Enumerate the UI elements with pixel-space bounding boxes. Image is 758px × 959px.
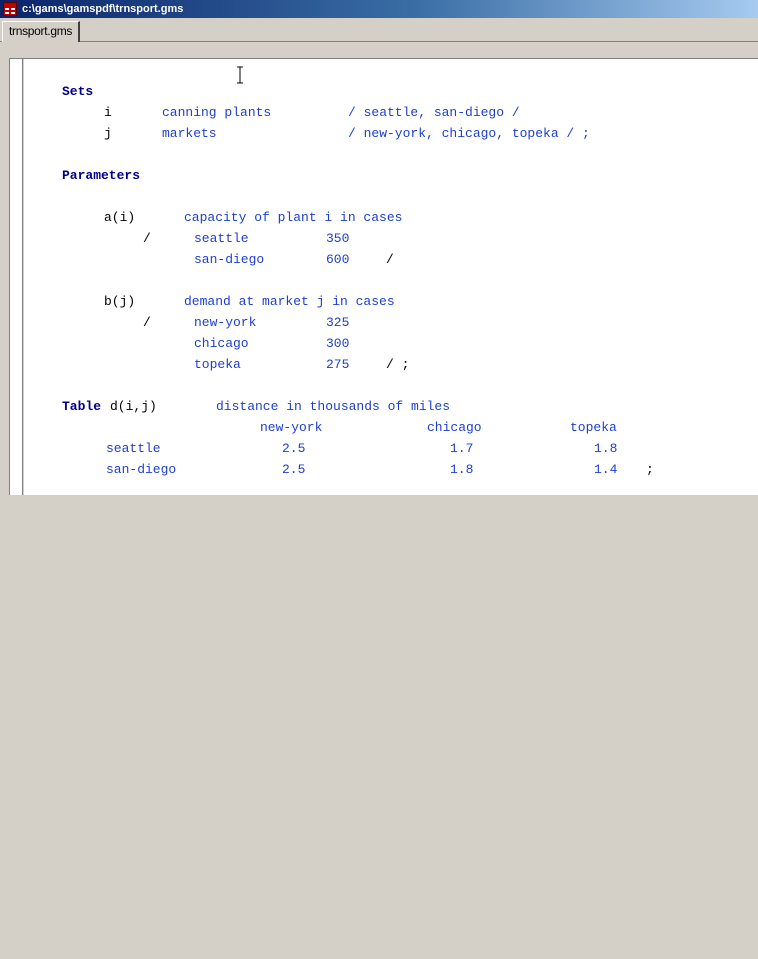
table-cell-san-diego-new-york: 2.5 — [282, 462, 306, 477]
table-row-san-diego-label: san-diego — [106, 462, 177, 477]
set-j-desc: markets — [162, 126, 217, 141]
table-cell-san-diego-chicago: 1.8 — [450, 462, 474, 477]
param-b-open: / — [143, 315, 151, 330]
set-i-name: i — [104, 105, 112, 120]
sets-keyword: Sets — [62, 84, 94, 99]
param-a-name: a(i) — [104, 210, 136, 225]
set-j-name: j — [104, 126, 112, 141]
table-col-new-york: new-york — [260, 420, 323, 435]
set-i-elements: / seattle, san-diego / — [348, 105, 520, 120]
table-col-chicago: chicago — [427, 420, 482, 435]
param-b-label-topeka: topeka — [194, 357, 241, 372]
grid-icon — [5, 8, 15, 14]
param-a-value-san-diego: 600 — [326, 252, 350, 267]
table-cell-seattle-chicago: 1.7 — [450, 441, 474, 456]
tab-trnsport-gms[interactable]: trnsport.gms — [2, 21, 81, 42]
table-row-seattle-label: seattle — [106, 441, 161, 456]
table-name: d(i,j) — [110, 399, 157, 414]
table-col-topeka: topeka — [570, 420, 617, 435]
editor-top-border — [9, 58, 758, 59]
set-i-desc: canning plants — [162, 105, 272, 120]
tab-strip: trnsport.gms — [0, 18, 758, 42]
param-b-name: b(j) — [104, 294, 136, 309]
editor-gutter — [9, 58, 23, 495]
param-b-close: / ; — [386, 357, 410, 372]
parameters-keyword: Parameters — [62, 168, 141, 183]
param-a-label-san-diego: san-diego — [194, 252, 265, 267]
table-cell-san-diego-topeka: 1.4 — [594, 462, 618, 477]
param-a-label-seattle: seattle — [194, 231, 249, 246]
param-b-value-new-york: 325 — [326, 315, 350, 330]
code-editor[interactable]: Sets i canning plants / seattle, san-die… — [24, 58, 758, 495]
title-bar[interactable]: c:\gams\gamspdf\trnsport.gms — [0, 0, 758, 18]
param-a-value-seattle: 350 — [326, 231, 350, 246]
table-cell-seattle-new-york: 2.5 — [282, 441, 306, 456]
param-b-label-chicago: chicago — [194, 336, 249, 351]
text-cursor-icon — [237, 66, 243, 84]
param-a-close: / — [386, 252, 394, 267]
param-b-value-topeka: 275 — [326, 357, 350, 372]
table-keyword: Table — [62, 399, 102, 414]
gams-ide-icon[interactable] — [3, 2, 17, 16]
set-j-elements: / new-york, chicago, topeka / ; — [348, 126, 590, 141]
table-cell-seattle-topeka: 1.8 — [594, 441, 618, 456]
table-end-semicolon: ; — [646, 462, 654, 477]
param-b-desc: demand at market j in cases — [184, 294, 395, 309]
param-a-open: / — [143, 231, 151, 246]
param-b-label-new-york: new-york — [194, 315, 257, 330]
param-b-value-chicago: 300 — [326, 336, 350, 351]
param-a-desc: capacity of plant i in cases — [184, 210, 403, 225]
code-text: Sets i canning plants / seattle, san-die… — [24, 59, 654, 959]
window-title: c:\gams\gamspdf\trnsport.gms — [22, 3, 184, 15]
table-desc: distance in thousands of miles — [216, 399, 451, 414]
